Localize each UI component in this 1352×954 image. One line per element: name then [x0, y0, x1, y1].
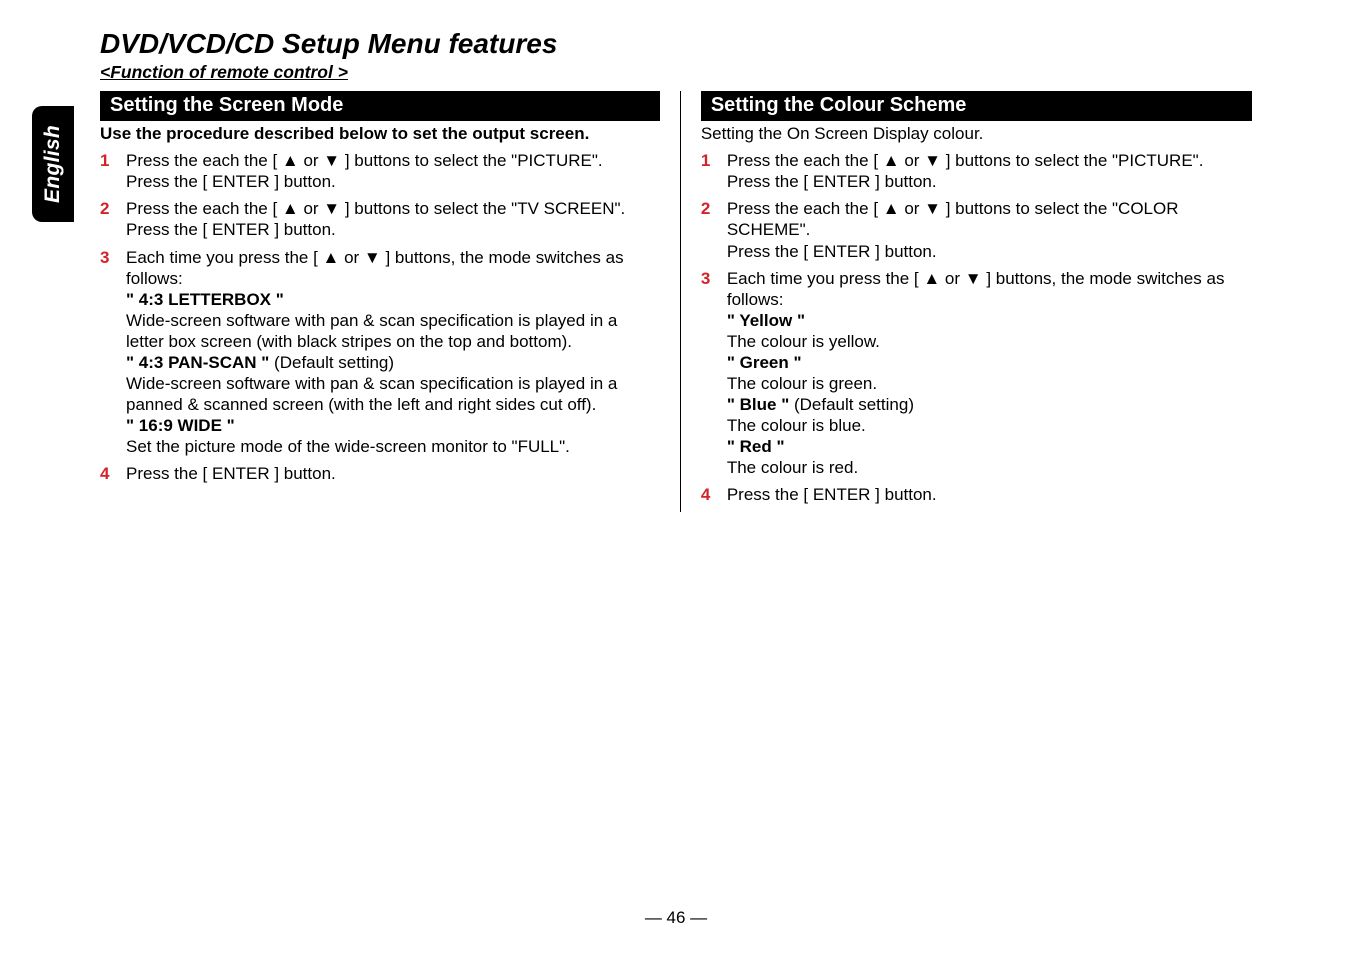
step-text: Press the [ ENTER ] button. [126, 219, 660, 240]
page-number: — 46 — [0, 908, 1352, 928]
step-body: Each time you press the [ ▲ or ▼ ] butto… [727, 268, 1252, 479]
step: 3 Each time you press the [ ▲ or ▼ ] but… [100, 247, 660, 458]
step: 2 Press the each the [ ▲ or ▼ ] buttons … [100, 198, 660, 240]
option-desc: The colour is green. [727, 373, 1252, 394]
step-body: Press the each the [ ▲ or ▼ ] buttons to… [727, 198, 1252, 261]
option-desc: Wide-screen software with pan & scan spe… [126, 373, 660, 415]
option-label: " Red " [727, 436, 1252, 457]
step: 1 Press the each the [ ▲ or ▼ ] buttons … [701, 150, 1252, 192]
section-header-colour-scheme: Setting the Colour Scheme [701, 91, 1252, 121]
step: 4 Press the [ ENTER ] button. [100, 463, 660, 484]
step-body: Press the [ ENTER ] button. [126, 463, 660, 484]
page-subtitle: <Function of remote control > [100, 62, 1272, 83]
intro-colour-scheme: Setting the On Screen Display colour. [701, 123, 1252, 144]
step: 4 Press the [ ENTER ] button. [701, 484, 1252, 505]
option-label: " Blue " [727, 395, 794, 414]
step-text: Press the each the [ ▲ or ▼ ] buttons to… [727, 150, 1252, 171]
option-desc: The colour is yellow. [727, 331, 1252, 352]
step-text: Each time you press the [ ▲ or ▼ ] butto… [727, 268, 1252, 310]
language-label: English [41, 125, 65, 203]
column-left: Setting the Screen Mode Use the procedur… [100, 91, 681, 512]
step-text: Each time you press the [ ▲ or ▼ ] butto… [126, 247, 660, 289]
language-tab: English [32, 106, 74, 222]
step-text: Press the each the [ ▲ or ▼ ] buttons to… [126, 198, 660, 219]
option-desc: Wide-screen software with pan & scan spe… [126, 310, 660, 352]
step-number: 4 [701, 484, 715, 505]
step-body: Press the [ ENTER ] button. [727, 484, 1252, 505]
option-desc: The colour is red. [727, 457, 1252, 478]
option-label: " Yellow " [727, 310, 1252, 331]
option-default: (Default setting) [794, 395, 914, 414]
step-number: 1 [701, 150, 715, 192]
option-desc: Set the picture mode of the wide-screen … [126, 436, 660, 457]
option-default: (Default setting) [274, 353, 394, 372]
page: English DVD/VCD/CD Setup Menu features <… [0, 0, 1352, 954]
option-label: " 16:9 WIDE " [126, 415, 660, 436]
step-number: 4 [100, 463, 114, 484]
page-title: DVD/VCD/CD Setup Menu features [100, 28, 1272, 60]
option-label: " 4:3 LETTERBOX " [126, 289, 660, 310]
step-number: 3 [701, 268, 715, 479]
step-body: Press the each the [ ▲ or ▼ ] buttons to… [727, 150, 1252, 192]
step-number: 2 [701, 198, 715, 261]
column-right: Setting the Colour Scheme Setting the On… [681, 91, 1272, 512]
step-number: 1 [100, 150, 114, 192]
step-body: Each time you press the [ ▲ or ▼ ] butto… [126, 247, 660, 458]
step: 2 Press the each the [ ▲ or ▼ ] buttons … [701, 198, 1252, 261]
step-text: Press the [ ENTER ] button. [727, 484, 1252, 505]
step-body: Press the each the [ ▲ or ▼ ] buttons to… [126, 150, 660, 192]
step-number: 3 [100, 247, 114, 458]
option-label: " 4:3 PAN-SCAN " [126, 353, 274, 372]
step: 1 Press the each the [ ▲ or ▼ ] buttons … [100, 150, 660, 192]
step-text: Press the [ ENTER ] button. [727, 241, 1252, 262]
columns: Setting the Screen Mode Use the procedur… [100, 91, 1272, 512]
step-number: 2 [100, 198, 114, 240]
intro-screen-mode: Use the procedure described below to set… [100, 123, 660, 144]
step-text: Press the [ ENTER ] button. [126, 171, 660, 192]
step-text: Press the each the [ ▲ or ▼ ] buttons to… [727, 198, 1252, 240]
page-content: DVD/VCD/CD Setup Menu features <Function… [100, 28, 1272, 512]
option-line: " Blue " (Default setting) [727, 394, 1252, 415]
section-header-screen-mode: Setting the Screen Mode [100, 91, 660, 121]
option-desc: The colour is blue. [727, 415, 1252, 436]
option-line: " 4:3 PAN-SCAN " (Default setting) [126, 352, 660, 373]
step-text: Press the [ ENTER ] button. [126, 463, 660, 484]
step-text: Press the [ ENTER ] button. [727, 171, 1252, 192]
option-label: " Green " [727, 352, 1252, 373]
step: 3 Each time you press the [ ▲ or ▼ ] but… [701, 268, 1252, 479]
step-text: Press the each the [ ▲ or ▼ ] buttons to… [126, 150, 660, 171]
step-body: Press the each the [ ▲ or ▼ ] buttons to… [126, 198, 660, 240]
